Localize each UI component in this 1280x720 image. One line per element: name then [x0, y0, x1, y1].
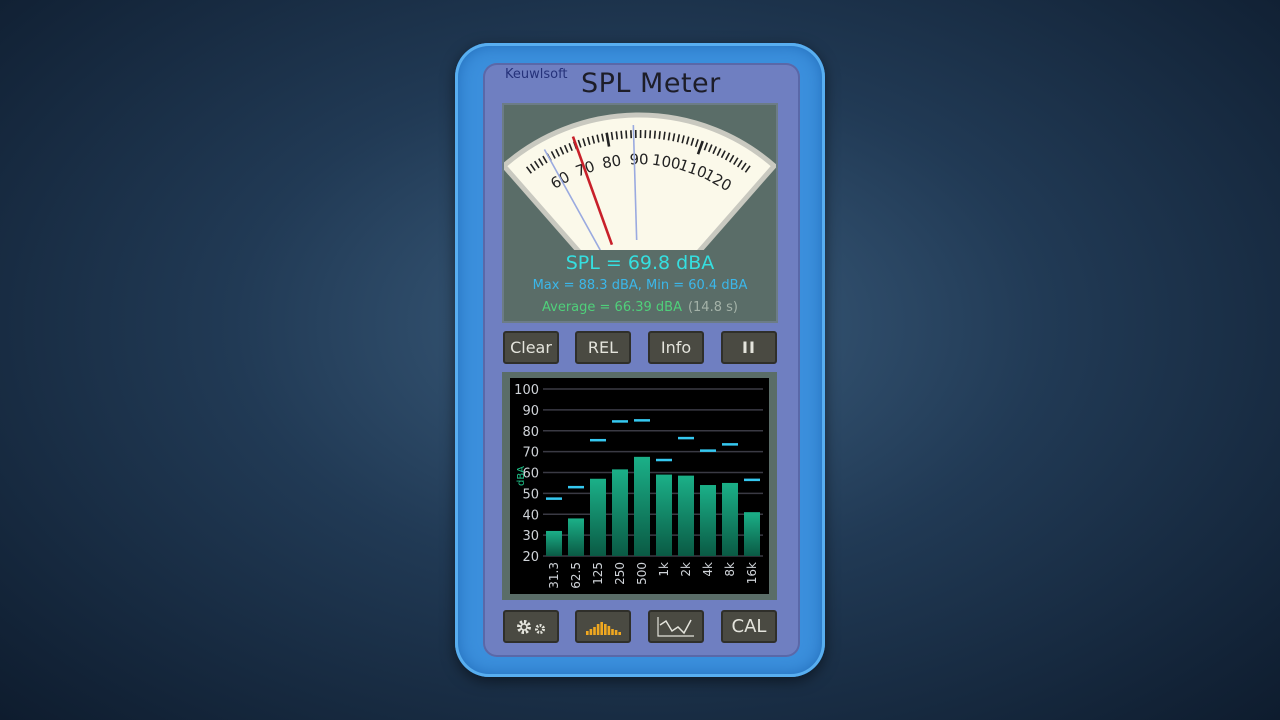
gauge-scale-label: 80 [601, 151, 623, 172]
peak-hold-marker [590, 438, 606, 442]
icon-bar [586, 630, 589, 635]
gauge-tick [663, 131, 666, 140]
peak-hold-marker [656, 458, 672, 462]
y-tick-label: 100 [514, 383, 539, 398]
x-tick-label: 125 [591, 562, 605, 585]
peak-hold-marker [546, 497, 562, 500]
spectrum-bar [568, 518, 584, 556]
icon-bar [611, 628, 614, 635]
icon-bar [593, 626, 596, 635]
pause-button[interactable]: II [721, 331, 777, 364]
spl-readout: SPL = 69.8 dBA [565, 252, 715, 274]
y-tick-label: 50 [522, 487, 539, 502]
y-axis-label: dBA [516, 466, 527, 486]
x-tick-label: 8k [723, 562, 737, 577]
average-readout: Average = 66.39 dBA (14.8 s) [504, 300, 776, 315]
spectrum-bar [590, 478, 606, 556]
waveform-graph-icon [657, 616, 694, 637]
y-tick-label: 40 [522, 508, 539, 523]
spectrum-chart: 2030405060708090100dBA31.3 62.5 125 250 500 1… [510, 378, 769, 594]
gauge-tick [620, 130, 623, 139]
app-title: SPL Meter [581, 68, 721, 99]
spectrum-chart-panel: 20 30 40 50 60 70 80 90 100 dBA 31.3 62.5 125 250 500 1… [502, 372, 777, 600]
x-tick-label: 4k [701, 562, 715, 577]
gauge-tick [615, 131, 619, 140]
x-tick-label: 500 [635, 562, 649, 585]
spectrum-bar [656, 474, 672, 556]
settings-button[interactable] [503, 610, 559, 643]
clear-button[interactable]: Clear [503, 331, 559, 364]
x-tick-label: 31.3 [547, 562, 561, 589]
y-tick-label: 20 [522, 550, 539, 565]
elapsed-time: (14.8 s) [687, 300, 738, 315]
x-tick-label: 16k [745, 562, 759, 584]
rel-button[interactable]: REL [575, 331, 631, 364]
peak-hold-marker [722, 443, 738, 446]
bar-spectrum-icon [586, 621, 621, 635]
average-value: Average = 66.39 dBA [542, 300, 682, 315]
calibrate-button[interactable]: CAL [721, 610, 777, 643]
spectrum-bar [722, 482, 738, 556]
x-tick-label: 62.5 [569, 562, 583, 589]
gauge-face [500, 112, 778, 264]
x-tick-label: 2k [679, 562, 693, 577]
graph-view-button[interactable] [648, 610, 704, 643]
y-tick-label: 90 [522, 404, 539, 419]
icon-bar [607, 625, 611, 635]
gauge-tick [658, 131, 661, 140]
peak-hold-marker [568, 485, 584, 489]
gears-icon [517, 619, 545, 634]
info-button[interactable]: Info [648, 331, 704, 364]
meter-panel: Keuwlsoft SPL Meter 60708090100110120 SP… [483, 63, 800, 657]
y-tick-label: 80 [522, 425, 539, 440]
spectrum-bar [634, 456, 650, 556]
spectrum-bar [546, 530, 562, 556]
spectrum-bar [612, 469, 628, 556]
spectrum-bar [700, 485, 716, 556]
gauge-tick [653, 130, 657, 139]
device-frame: Keuwlsoft SPL Meter 60708090100110120 SP… [455, 43, 825, 677]
brand-logo: Keuwlsoft [505, 67, 568, 82]
y-tick-label: 70 [522, 446, 539, 461]
peak-hold-marker [700, 449, 716, 452]
gauge-tick [625, 130, 628, 139]
peak-hold-marker [612, 420, 628, 423]
gauge-scale-label: 90 [629, 151, 648, 169]
analog-gauge: 60708090100110120 [500, 112, 778, 264]
icon-bar [604, 623, 607, 635]
spectrum-bar [744, 512, 760, 556]
meter-display: 60708090100110120 SPL = 69.8 dBA Max = 8… [500, 103, 778, 323]
spectrum-bar [678, 475, 694, 556]
peak-hold-marker [678, 436, 694, 440]
x-tick-label: 1k [657, 562, 671, 577]
y-tick-label: 30 [522, 529, 539, 544]
icon-bar [589, 628, 593, 635]
icon-bar [618, 631, 621, 635]
icon-bar [596, 623, 600, 635]
spectrum-view-button[interactable] [575, 610, 631, 643]
peak-hold-marker [744, 478, 760, 482]
max-min-readout: Max = 88.3 dBA, Min = 60.4 dBA [532, 278, 748, 293]
x-tick-label: 250 [613, 562, 627, 585]
peak-hold-marker [634, 419, 650, 422]
icon-bar [614, 629, 618, 635]
icon-bar [600, 621, 603, 635]
